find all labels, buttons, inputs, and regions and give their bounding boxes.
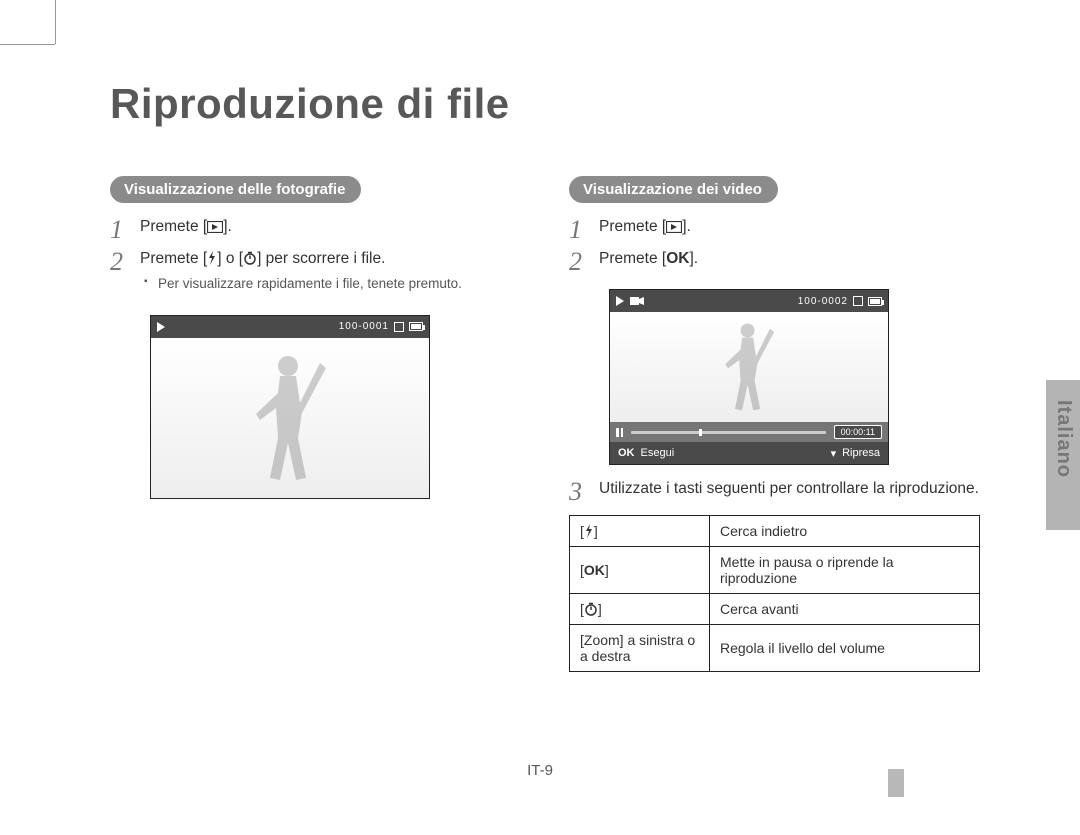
memory-icon xyxy=(394,322,404,332)
step-number: 2 xyxy=(569,249,585,275)
left-column: Visualizzazione delle fotografie 1 Preme… xyxy=(110,176,521,672)
step-text: Premete [] o [] per scorrere i file. Per… xyxy=(140,249,521,301)
play-icon xyxy=(616,296,624,306)
file-counter: 100-0001 xyxy=(339,321,389,332)
page-title: Riproduzione di file xyxy=(110,80,980,128)
key-cell: [OK] xyxy=(570,547,710,594)
section-heading-video: Visualizzazione dei video xyxy=(569,176,778,203)
right-step-1: 1 Premete []. xyxy=(569,217,980,243)
pause-icon xyxy=(616,428,623,437)
ok-label: OK xyxy=(618,447,635,459)
page-content: Riproduzione di file Visualizzazione del… xyxy=(110,80,980,672)
step-text: Premete []. xyxy=(140,217,521,243)
chevron-down-icon: ▾ xyxy=(831,447,837,460)
key-cell: [] xyxy=(570,594,710,625)
play-icon xyxy=(157,322,165,332)
screen-statusbar: 100-0002 xyxy=(610,290,888,312)
camera-screen-photo: 100-0001 xyxy=(150,315,430,499)
step-number: 1 xyxy=(569,217,585,243)
camera-screen-video: 100-0002 00:00:11 xyxy=(609,289,889,465)
screen-image xyxy=(151,338,429,498)
desc-cell: Regola il livello del volume xyxy=(710,625,980,672)
table-row: [] Cerca indietro xyxy=(570,516,980,547)
language-label: Italiano xyxy=(1052,400,1075,478)
key-cell: [Zoom] a sinistra o a destra xyxy=(570,625,710,672)
file-counter: 100-0002 xyxy=(798,296,848,307)
desc-cell: Cerca indietro xyxy=(710,516,980,547)
person-silhouette xyxy=(714,317,784,417)
progress-bar xyxy=(631,431,826,434)
table-row: [OK] Mette in pausa o riprende la riprod… xyxy=(570,547,980,594)
section-heading-photos: Visualizzazione delle fotografie xyxy=(110,176,361,203)
step-text: Premete [OK]. xyxy=(599,249,980,275)
footer-bar xyxy=(888,769,904,797)
video-icon xyxy=(630,296,644,306)
step-number: 1 xyxy=(110,217,126,243)
screen-footer: OK Esegui ▾ Ripresa xyxy=(610,442,888,464)
screen-statusbar: 100-0001 xyxy=(151,316,429,338)
battery-icon xyxy=(868,297,882,306)
columns: Visualizzazione delle fotografie 1 Preme… xyxy=(110,176,980,672)
step-number: 2 xyxy=(110,249,126,301)
play-icon xyxy=(666,221,682,233)
crop-mark-vertical xyxy=(55,0,56,44)
play-icon xyxy=(207,221,223,233)
flash-icon xyxy=(584,524,594,538)
step-text: Premete []. xyxy=(599,217,980,243)
screen-image xyxy=(610,312,888,422)
left-step-1: 1 Premete []. xyxy=(110,217,521,243)
person-silhouette xyxy=(240,348,340,488)
elapsed-time: 00:00:11 xyxy=(834,425,882,439)
table-row: [Zoom] a sinistra o a destra Regola il l… xyxy=(570,625,980,672)
step-text: Utilizzate i tasti seguenti per controll… xyxy=(599,479,980,505)
desc-cell: Cerca avanti xyxy=(710,594,980,625)
timer-icon xyxy=(243,251,257,265)
right-step-2: 2 Premete [OK]. xyxy=(569,249,980,275)
right-step-3: 3 Utilizzate i tasti seguenti per contro… xyxy=(569,479,980,505)
controls-table: [] Cerca indietro [OK] Mette in pausa o … xyxy=(569,515,980,672)
step-note: Per visualizzare rapidamente i file, ten… xyxy=(148,275,521,293)
right-column: Visualizzazione dei video 1 Premete []. … xyxy=(569,176,980,672)
key-cell: [] xyxy=(570,516,710,547)
timer-icon xyxy=(584,602,598,616)
memory-icon xyxy=(853,296,863,306)
step-number: 3 xyxy=(569,479,585,505)
flash-icon xyxy=(207,251,217,265)
table-row: [] Cerca avanti xyxy=(570,594,980,625)
desc-cell: Mette in pausa o riprende la riproduzion… xyxy=(710,547,980,594)
crop-mark-horizontal xyxy=(0,44,55,45)
exec-label: Esegui xyxy=(641,447,675,459)
left-step-2: 2 Premete [] o [] per scorrere i file. P… xyxy=(110,249,521,301)
screen-progress: 00:00:11 xyxy=(610,422,888,442)
battery-icon xyxy=(409,322,423,331)
record-label: Ripresa xyxy=(842,447,880,459)
page-number: IT-9 xyxy=(0,762,1080,779)
